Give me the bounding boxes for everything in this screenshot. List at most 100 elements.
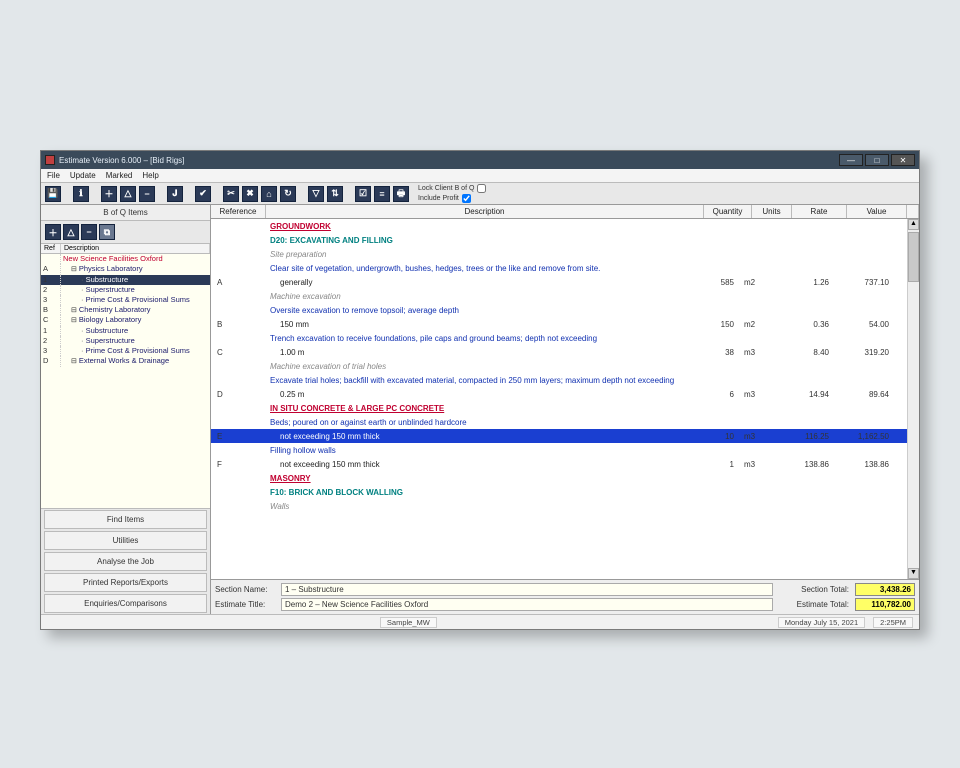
tool-up-icon[interactable]: △ [120, 186, 136, 202]
menu-file[interactable]: File [47, 171, 60, 180]
cell-qty: 6 [692, 390, 740, 399]
lock-client-check[interactable]: Lock Client B of Q [418, 184, 486, 193]
tool-check-icon[interactable]: ✔ [195, 186, 211, 202]
tree-row[interactable]: CBiology Laboratory [41, 315, 210, 325]
utilities-button[interactable]: Utilities [44, 531, 207, 550]
grid-row[interactable]: Machine excavation of trial holes [211, 359, 907, 373]
cell-val: 138.86 [835, 460, 895, 469]
tree-row[interactable]: 3Prime Cost & Provisional Sums [41, 295, 210, 305]
tool-down-icon[interactable]: ▽ [308, 186, 324, 202]
grid-row[interactable]: IN SITU CONCRETE & LARGE PC CONCRETE [211, 401, 907, 415]
scroll-up-icon[interactable]: ▲ [908, 219, 919, 230]
tool-info-icon[interactable]: ℹ [73, 186, 89, 202]
grid-row[interactable]: D20: EXCAVATING AND FILLING [211, 233, 907, 247]
grid-row[interactable]: Filling hollow walls [211, 443, 907, 457]
tool-tick2-icon[interactable]: ☑ [355, 186, 371, 202]
lock-client-checkbox[interactable] [477, 184, 486, 193]
project-tree[interactable]: New Science Facilities OxfordAPhysics La… [41, 254, 210, 509]
include-profit-checkbox[interactable] [462, 194, 471, 203]
tree-row[interactable]: 1Substructure [41, 275, 210, 285]
printed-reports-button[interactable]: Printed Reports/Exports [44, 573, 207, 592]
tree-row-label: New Science Facilities Oxford [61, 254, 210, 264]
grid-row[interactable]: Trench excavation to receive foundations… [211, 331, 907, 345]
tree-row[interactable]: New Science Facilities Oxford [41, 254, 210, 264]
tree-row-label: Superstructure [61, 336, 210, 346]
scroll-down-icon[interactable]: ▼ [908, 568, 919, 579]
section-total-label: Section Total: [779, 585, 849, 594]
col-value[interactable]: Value [847, 205, 907, 218]
col-reference[interactable]: Reference [211, 205, 266, 218]
nav-minus-icon[interactable]: − [81, 224, 97, 240]
grid-row[interactable]: Enot exceeding 150 mm thick10m3116.251,1… [211, 429, 907, 443]
grid-row[interactable]: B150 mm150m20.3654.00 [211, 317, 907, 331]
col-rate[interactable]: Rate [792, 205, 847, 218]
grid-header: Reference Description Quantity Units Rat… [211, 205, 919, 219]
grid-row[interactable]: Machine excavation [211, 289, 907, 303]
tool-list-icon[interactable]: ≡ [374, 186, 390, 202]
grid-rows[interactable]: GROUNDWORK D20: EXCAVATING AND FILLINGSit… [211, 219, 907, 579]
grid-row[interactable]: D0.25 m6m314.9489.64 [211, 387, 907, 401]
grid-row[interactable]: Site preparation [211, 247, 907, 261]
analyse-job-button[interactable]: Analyse the Job [44, 552, 207, 571]
minimize-button[interactable]: — [839, 154, 863, 166]
grid-row[interactable]: Excavate trial holes; backfill with exca… [211, 373, 907, 387]
tool-sort-icon[interactable]: ⇅ [327, 186, 343, 202]
tree-row[interactable]: 2Superstructure [41, 336, 210, 346]
menu-help[interactable]: Help [142, 171, 158, 180]
cell-desc: D20: EXCAVATING AND FILLING [266, 235, 692, 246]
menu-marked[interactable]: Marked [106, 171, 133, 180]
tree-row-label: External Works & Drainage [61, 356, 210, 366]
col-quantity[interactable]: Quantity [704, 205, 752, 218]
menu-update[interactable]: Update [70, 171, 96, 180]
grid-row[interactable]: Oversite excavation to remove topsoil; a… [211, 303, 907, 317]
include-profit-check[interactable]: Include Profit [418, 194, 486, 203]
tool-cut-icon[interactable]: ✂ [223, 186, 239, 202]
tool-home-icon[interactable]: ⌂ [261, 186, 277, 202]
tree-row[interactable]: 3Prime Cost & Provisional Sums [41, 346, 210, 356]
section-name-field[interactable]: 1 – Substructure [281, 583, 773, 596]
tree-row[interactable]: BChemistry Laboratory [41, 305, 210, 315]
enquiries-button[interactable]: Enquiries/Comparisons [44, 594, 207, 613]
close-button[interactable]: ✕ [891, 154, 915, 166]
grid-row[interactable]: C1.00 m38m38.40319.20 [211, 345, 907, 359]
cell-desc: 1.00 m [266, 347, 692, 358]
nav-plus-icon[interactable]: ＋ [45, 224, 61, 240]
scroll-track[interactable] [908, 282, 919, 568]
grid-row[interactable]: Fnot exceeding 150 mm thick1m3138.86138.… [211, 457, 907, 471]
col-units[interactable]: Units [752, 205, 792, 218]
col-description[interactable]: Description [266, 205, 704, 218]
tool-plus-icon[interactable]: ＋ [101, 186, 117, 202]
maximize-button[interactable]: □ [865, 154, 889, 166]
status-file: Sample_MW [380, 617, 437, 628]
scroll-thumb[interactable] [908, 232, 919, 282]
nav-config-icon[interactable]: ⧉ [99, 224, 115, 240]
tool-minus-icon[interactable]: − [139, 186, 155, 202]
find-items-button[interactable]: Find Items [44, 510, 207, 529]
tree-row[interactable]: APhysics Laboratory [41, 264, 210, 274]
tool-print-icon[interactable]: 🖶 [393, 186, 409, 202]
estimate-total-value: 110,782.00 [855, 598, 915, 611]
tool-cross-icon[interactable]: ✖ [242, 186, 258, 202]
grid-row[interactable]: Agenerally585m21.26737.10 [211, 275, 907, 289]
grid-row[interactable]: Clear site of vegetation, undergrowth, b… [211, 261, 907, 275]
tree-row[interactable]: 1Substructure [41, 326, 210, 336]
grid-row[interactable]: GROUNDWORK [211, 219, 907, 233]
grid-row[interactable]: F10: BRICK AND BLOCK WALLING [211, 485, 907, 499]
tool-redo-icon[interactable]: ↻ [280, 186, 296, 202]
navigator-pane: B of Q Items ＋ △ − ⧉ Ref Description New… [41, 205, 211, 614]
nav-up-icon[interactable]: △ [63, 224, 79, 240]
tree-row[interactable]: DExternal Works & Drainage [41, 356, 210, 366]
estimate-title-field[interactable]: Demo 2 – New Science Facilities Oxford [281, 598, 773, 611]
grid-scrollbar[interactable]: ▲ ▼ [907, 219, 919, 579]
tree-row-label: Physics Laboratory [61, 264, 210, 274]
cell-ref: B [211, 320, 266, 329]
tree-row-ref: B [41, 305, 61, 315]
cell-qty: 10 [692, 432, 740, 441]
titlebar: Estimate Version 6.000 – [Bid Rigs] — □ … [41, 151, 919, 169]
tool-bold-icon[interactable]: 𝐉 [167, 186, 183, 202]
tree-row[interactable]: 2Superstructure [41, 285, 210, 295]
grid-row[interactable]: MASONRY [211, 471, 907, 485]
grid-row[interactable]: Walls [211, 499, 907, 513]
grid-row[interactable]: Beds; poured on or against earth or unbl… [211, 415, 907, 429]
tool-save-icon[interactable]: 💾 [45, 186, 61, 202]
